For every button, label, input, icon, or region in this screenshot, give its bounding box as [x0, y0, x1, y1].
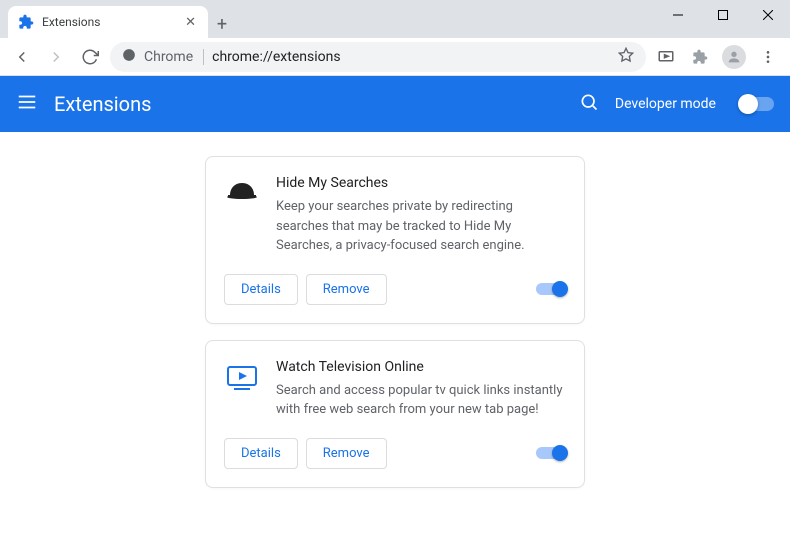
minimize-button[interactable] — [655, 0, 700, 30]
url-prefix: Chrome — [144, 49, 204, 65]
extensions-puzzle-icon[interactable] — [686, 43, 714, 71]
menu-dots-icon[interactable] — [754, 43, 782, 71]
back-button[interactable] — [8, 43, 36, 71]
enable-toggle[interactable] — [536, 447, 566, 459]
cast-icon[interactable] — [652, 43, 680, 71]
window-titlebar: Extensions ✕ + — [0, 0, 790, 38]
incognito-hat-icon — [224, 175, 260, 211]
browser-tab[interactable]: Extensions ✕ — [8, 6, 208, 38]
enable-toggle[interactable] — [536, 283, 566, 295]
reload-button[interactable] — [76, 43, 104, 71]
extension-description: Keep your searches private by redirectin… — [276, 197, 566, 256]
close-tab-icon[interactable]: ✕ — [183, 13, 198, 32]
details-button[interactable]: Details — [224, 438, 298, 469]
page-title: Extensions — [54, 92, 563, 116]
extension-name: Hide My Searches — [276, 175, 566, 191]
hamburger-menu-icon[interactable] — [16, 91, 38, 117]
close-window-button[interactable] — [745, 0, 790, 30]
forward-button[interactable] — [42, 43, 70, 71]
extension-name: Watch Television Online — [276, 359, 566, 375]
tv-play-icon — [224, 359, 260, 395]
extension-card: Hide My Searches Keep your searches priv… — [205, 156, 585, 324]
chrome-info-icon — [122, 47, 136, 66]
extension-favicon-icon — [18, 14, 34, 30]
window-controls — [655, 0, 790, 30]
developer-mode-label: Developer mode — [615, 96, 716, 112]
remove-button[interactable]: Remove — [306, 438, 387, 469]
browser-toolbar: Chrome chrome://extensions — [0, 38, 790, 76]
extensions-header: Extensions Developer mode — [0, 76, 790, 132]
tab-title: Extensions — [42, 15, 175, 29]
maximize-button[interactable] — [700, 0, 745, 30]
new-tab-button[interactable]: + — [208, 10, 236, 38]
extension-description: Search and access popular tv quick links… — [276, 381, 566, 420]
remove-button[interactable]: Remove — [306, 274, 387, 305]
developer-mode-toggle[interactable] — [740, 97, 774, 111]
url-text: chrome://extensions — [212, 49, 610, 65]
profile-avatar[interactable] — [720, 43, 748, 71]
search-icon[interactable] — [579, 92, 599, 116]
extension-card: Watch Television Online Search and acces… — [205, 340, 585, 488]
extensions-list: Hide My Searches Keep your searches priv… — [0, 132, 790, 533]
address-bar[interactable]: Chrome chrome://extensions — [110, 42, 646, 72]
details-button[interactable]: Details — [224, 274, 298, 305]
bookmark-star-icon[interactable] — [618, 47, 634, 67]
